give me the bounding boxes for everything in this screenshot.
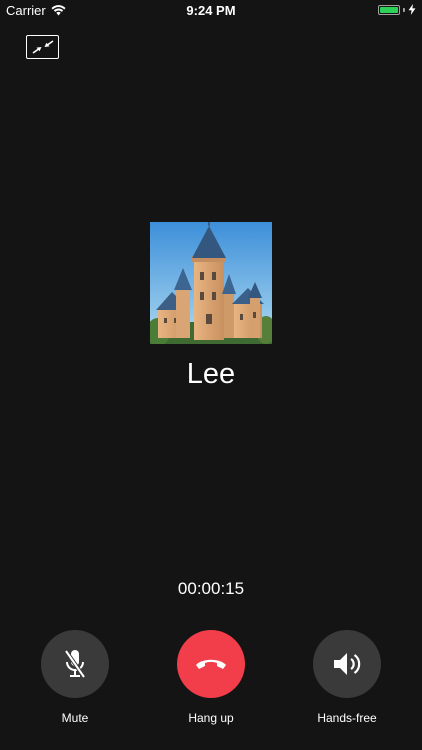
mute-label: Mute xyxy=(61,711,89,725)
battery-icon xyxy=(378,4,400,15)
status-bar: Carrier 9:24 PM xyxy=(0,0,422,22)
mute-control: Mute xyxy=(15,630,135,725)
minimize-button[interactable] xyxy=(26,35,59,59)
castle-photo xyxy=(150,222,272,344)
battery-fill xyxy=(380,6,398,13)
hangup-control: Hang up xyxy=(151,630,271,725)
microphone-off-icon xyxy=(64,649,86,679)
minimize-arrows-icon xyxy=(32,40,53,54)
status-time: 9:24 PM xyxy=(186,3,236,18)
hangup-button[interactable] xyxy=(177,630,245,698)
call-duration: 00:00:15 xyxy=(177,579,245,598)
battery-nub xyxy=(403,7,405,12)
speaker-icon xyxy=(334,653,361,675)
handsfree-control: Hands-free xyxy=(287,630,407,725)
handsfree-button[interactable] xyxy=(313,630,381,698)
charging-bolt-icon xyxy=(408,4,416,15)
call-screen: Carrier 9:24 PM Lee 00:00:15 Mute Hang u… xyxy=(0,0,422,750)
caller-avatar xyxy=(150,222,272,344)
hangup-label: Hang up xyxy=(188,711,234,725)
handsfree-label: Hands-free xyxy=(317,711,377,725)
caller-name: Lee xyxy=(186,358,236,390)
mute-button[interactable] xyxy=(41,630,109,698)
phone-hangup-icon xyxy=(196,659,226,669)
battery-indicator xyxy=(378,4,416,15)
